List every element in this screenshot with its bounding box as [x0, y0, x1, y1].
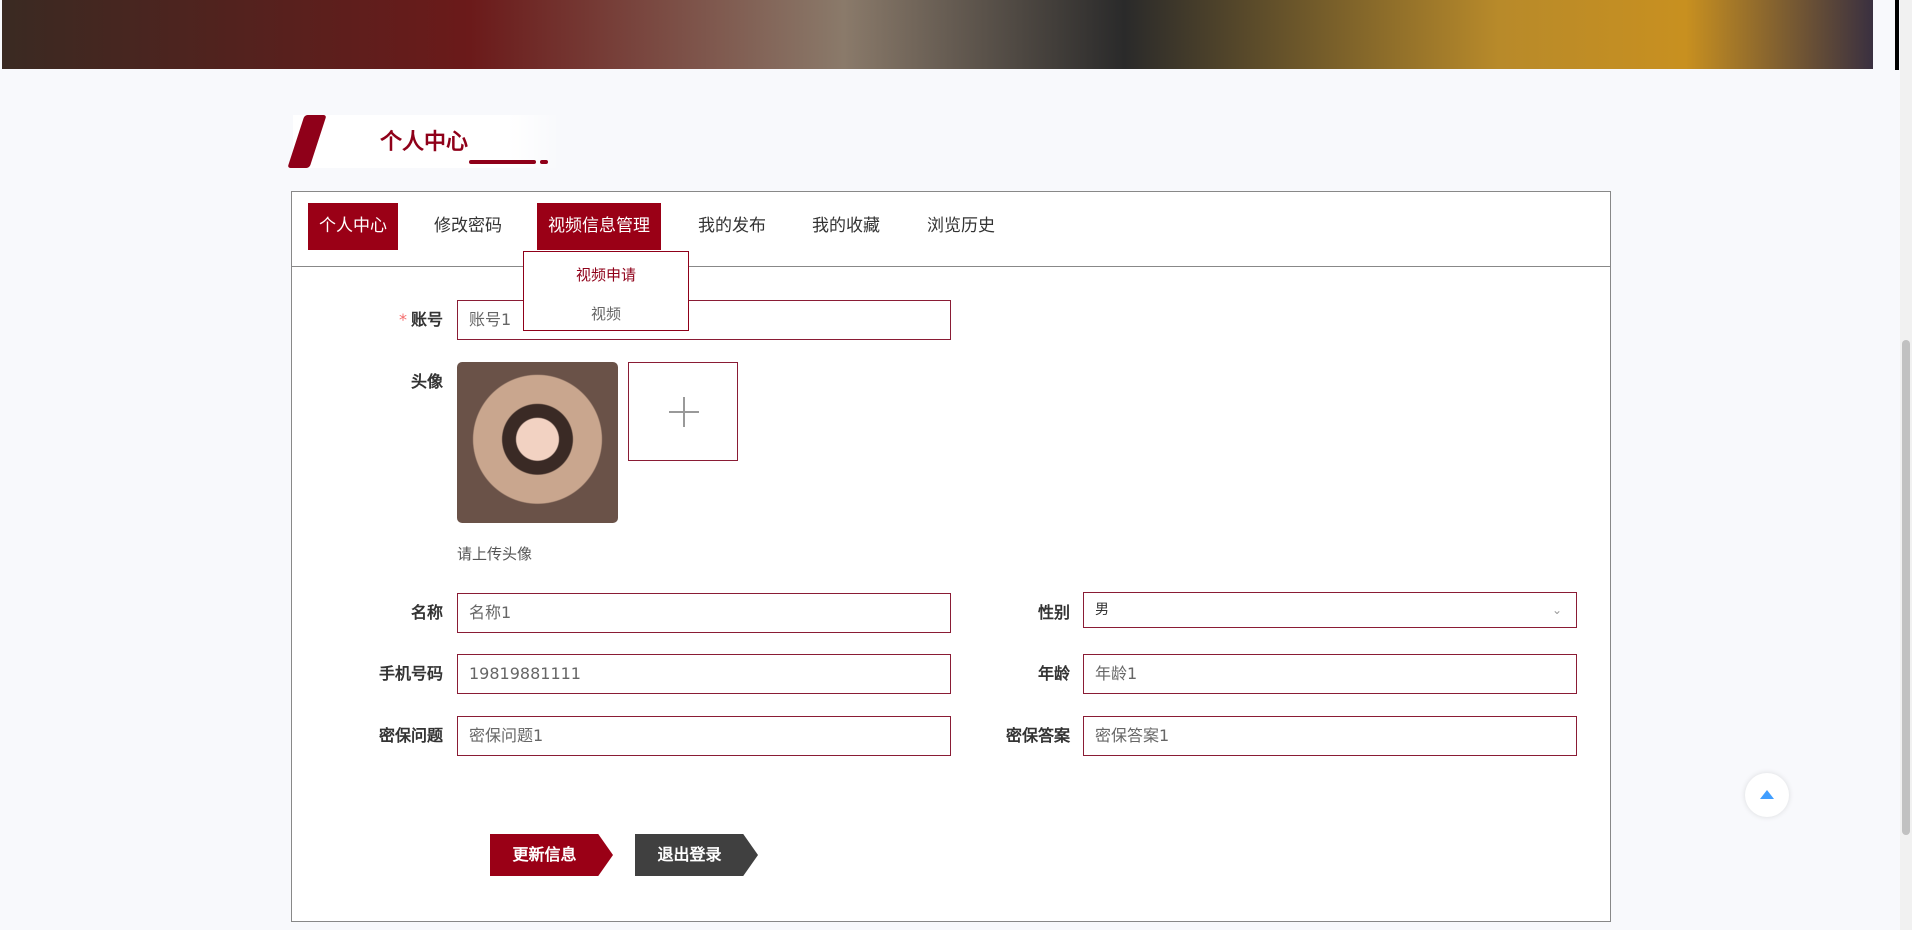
tab-video-management[interactable]: 视频信息管理 [537, 203, 661, 250]
avatar-label: 头像 [410, 372, 443, 391]
tab-my-posts[interactable]: 我的发布 [687, 203, 777, 250]
gender-select[interactable]: 男 ⌄ [1083, 592, 1577, 628]
tab-history[interactable]: 浏览历史 [916, 203, 1006, 250]
banner-image [2, 0, 1873, 69]
video-management-dropdown: 视频申请 视频 [523, 251, 689, 331]
tab-divider [291, 266, 1611, 267]
menu-item-video[interactable]: 视频 [524, 303, 688, 324]
age-label: 年龄 [1037, 664, 1070, 683]
chevron-down-icon: ⌄ [1551, 603, 1562, 617]
security-answer-label: 密保答案 [1005, 726, 1070, 745]
phone-input[interactable]: 19819881111 [457, 654, 951, 694]
security-question-input[interactable]: 密保问题1 [457, 716, 951, 756]
back-to-top-button[interactable] [1745, 773, 1789, 817]
avatar-image [457, 362, 618, 523]
age-input[interactable]: 年龄1 [1083, 654, 1577, 694]
gender-label: 性别 [1037, 603, 1070, 622]
account-label-text: 账号 [410, 310, 443, 329]
tab-change-password[interactable]: 修改密码 [423, 203, 513, 250]
edge-bar [1895, 0, 1899, 70]
security-answer-input[interactable]: 密保答案1 [1083, 716, 1577, 756]
required-mark: * [398, 310, 407, 329]
menu-item-video-apply[interactable]: 视频申请 [524, 264, 688, 285]
gender-value: 男 [1095, 602, 1109, 618]
title-underline [469, 160, 536, 164]
phone-label: 手机号码 [378, 664, 443, 683]
tab-personal-center[interactable]: 个人中心 [308, 203, 398, 250]
avatar-upload-button[interactable] [628, 362, 738, 461]
title-underline-dot [540, 160, 548, 164]
scrollbar-thumb[interactable] [1902, 340, 1910, 835]
avatar-hint: 请上传头像 [457, 545, 533, 563]
tab-my-favorites[interactable]: 我的收藏 [801, 203, 891, 250]
logout-button[interactable]: 退出登录 [635, 834, 758, 876]
update-info-button[interactable]: 更新信息 [490, 834, 613, 876]
name-label: 名称 [410, 603, 443, 622]
section-title: 个人中心 [380, 130, 469, 155]
account-label: * 账号 [323, 306, 443, 330]
security-question-label: 密保问题 [378, 726, 443, 745]
name-input[interactable]: 名称1 [457, 593, 951, 633]
